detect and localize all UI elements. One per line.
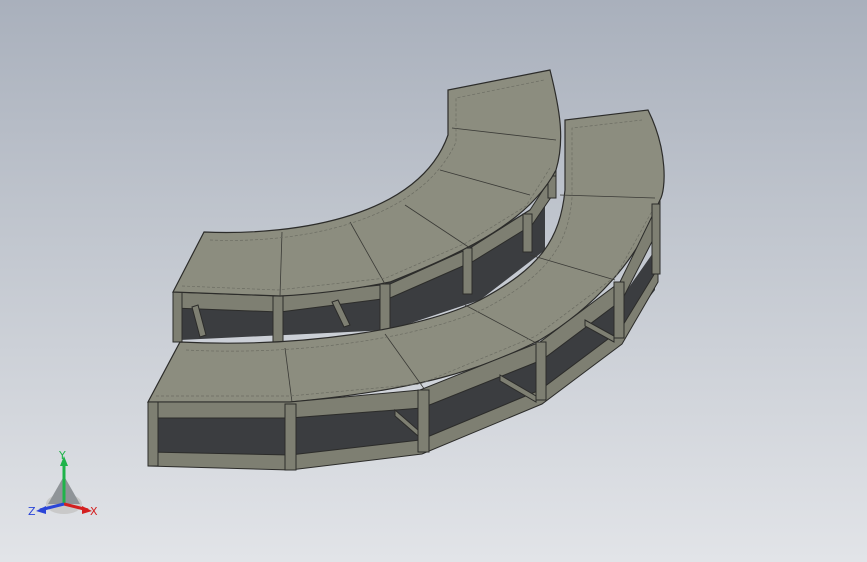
z-axis-label: Z xyxy=(28,505,36,518)
z-arrow-icon xyxy=(36,506,46,514)
orientation-triad: Y X Z xyxy=(26,448,106,528)
x-axis-label: X xyxy=(90,505,98,518)
y-axis-label: Y xyxy=(59,449,66,462)
platform-model[interactable] xyxy=(0,0,867,562)
graphics-viewport[interactable]: Y X Z xyxy=(0,0,867,562)
